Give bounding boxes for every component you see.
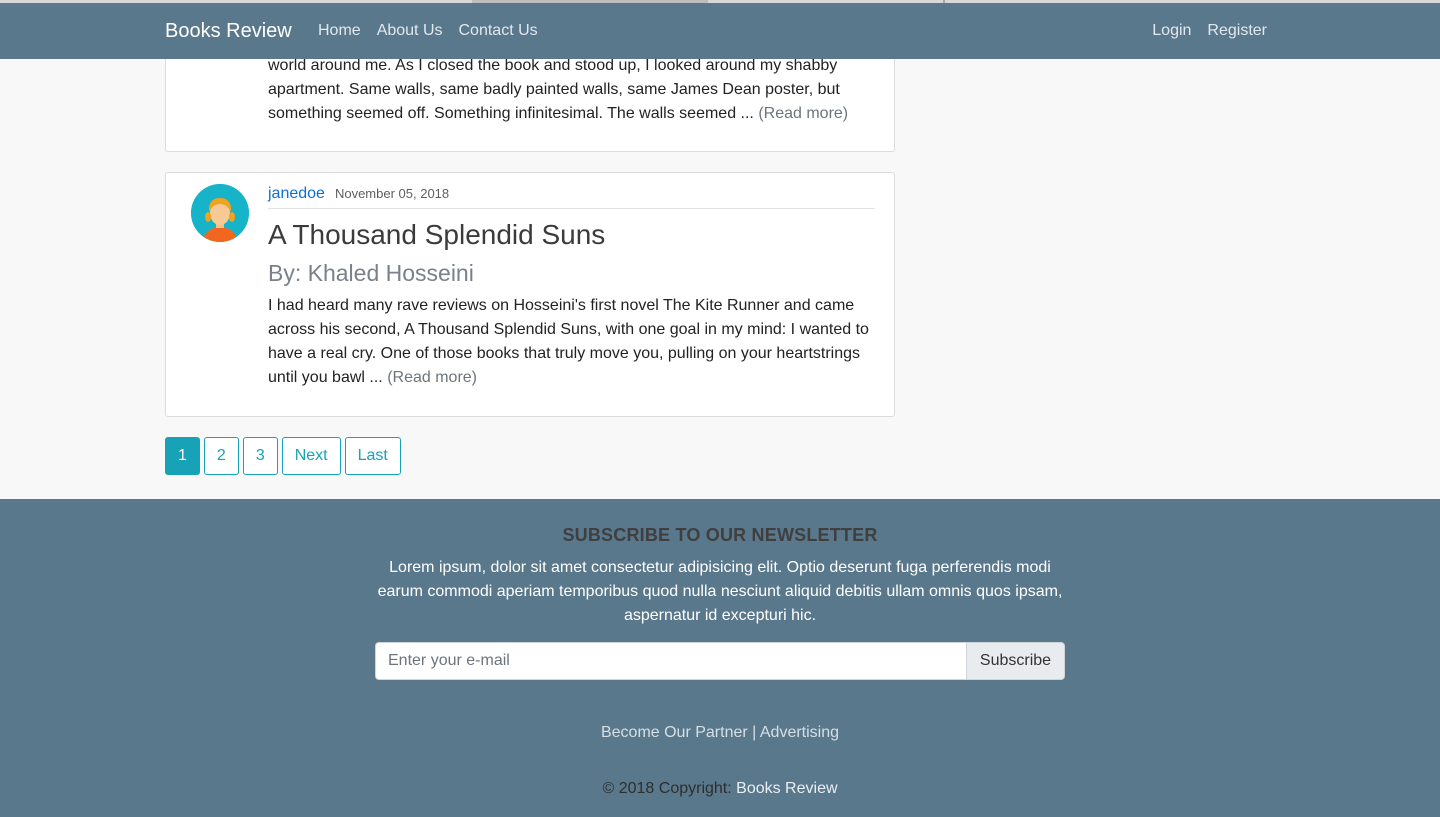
post-date: November 05, 2018 [334, 186, 450, 201]
newsletter-form: Subscribe [375, 642, 1065, 680]
post-excerpt-text: I had heard many rave reviews on Hossein… [268, 297, 869, 386]
author-avatar[interactable] [191, 184, 249, 242]
copyright: © 2018 Copyright: Books Review [0, 780, 1440, 798]
brand-logo[interactable]: Books Review [165, 20, 292, 43]
email-input[interactable] [375, 642, 966, 680]
copyright-brand-link[interactable]: Books Review [736, 780, 837, 797]
post-excerpt: world around me. As I closed the book an… [268, 54, 878, 126]
avatar-illustration [191, 184, 249, 242]
read-more-link[interactable]: (Read more) [387, 369, 477, 386]
post-excerpt-text: world around me. As I closed the book an… [268, 57, 840, 122]
read-more-link[interactable]: (Read more) [758, 105, 848, 122]
post-title[interactable]: A Thousand Splendid Suns [268, 219, 605, 251]
post-meta: janedoe November 05, 2018 [268, 185, 875, 209]
advertising-link[interactable]: Advertising [760, 724, 839, 741]
post-excerpt: I had heard many rave reviews on Hossein… [268, 294, 878, 390]
nav-contact-link[interactable]: Contact Us [459, 22, 538, 40]
pagination: 1 2 3 Next Last [165, 437, 401, 475]
footer-links: Become Our Partner | Advertising [0, 724, 1440, 742]
last-page-button[interactable]: Last [344, 437, 401, 475]
copyright-text: © 2018 Copyright: [602, 780, 732, 797]
author-link[interactable]: janedoe [268, 185, 325, 202]
newsletter-description: Lorem ipsum, dolor sit amet consectetur … [377, 559, 1063, 624]
post-card: janedoe November 05, 2018 A Thousand Sple… [165, 172, 895, 417]
register-link[interactable]: Register [1207, 22, 1267, 40]
login-link[interactable]: Login [1152, 22, 1191, 40]
partner-link[interactable]: Become Our Partner [601, 724, 748, 741]
navbar: Books Review Home About Us Contact Us Lo… [0, 3, 1440, 59]
newsletter-title: SUBSCRIBE TO OUR NEWSLETTER [562, 525, 878, 545]
next-page-button[interactable]: Next [281, 437, 341, 475]
nav-about-link[interactable]: About Us [377, 22, 443, 40]
nav-home-link[interactable]: Home [318, 22, 361, 40]
footer-link-separator: | [752, 724, 757, 741]
nav-links: Home About Us Contact Us [318, 22, 538, 40]
post-byline: By: Khaled Hosseini [268, 260, 474, 286]
subscribe-button[interactable]: Subscribe [966, 642, 1065, 680]
page-1-button[interactable]: 1 [165, 437, 200, 475]
auth-links: Login Register [1152, 22, 1267, 40]
footer: SUBSCRIBE TO OUR NEWSLETTER Lorem ipsum,… [0, 499, 1440, 817]
page-3-button[interactable]: 3 [242, 437, 278, 475]
page-2-button[interactable]: 2 [203, 437, 239, 475]
